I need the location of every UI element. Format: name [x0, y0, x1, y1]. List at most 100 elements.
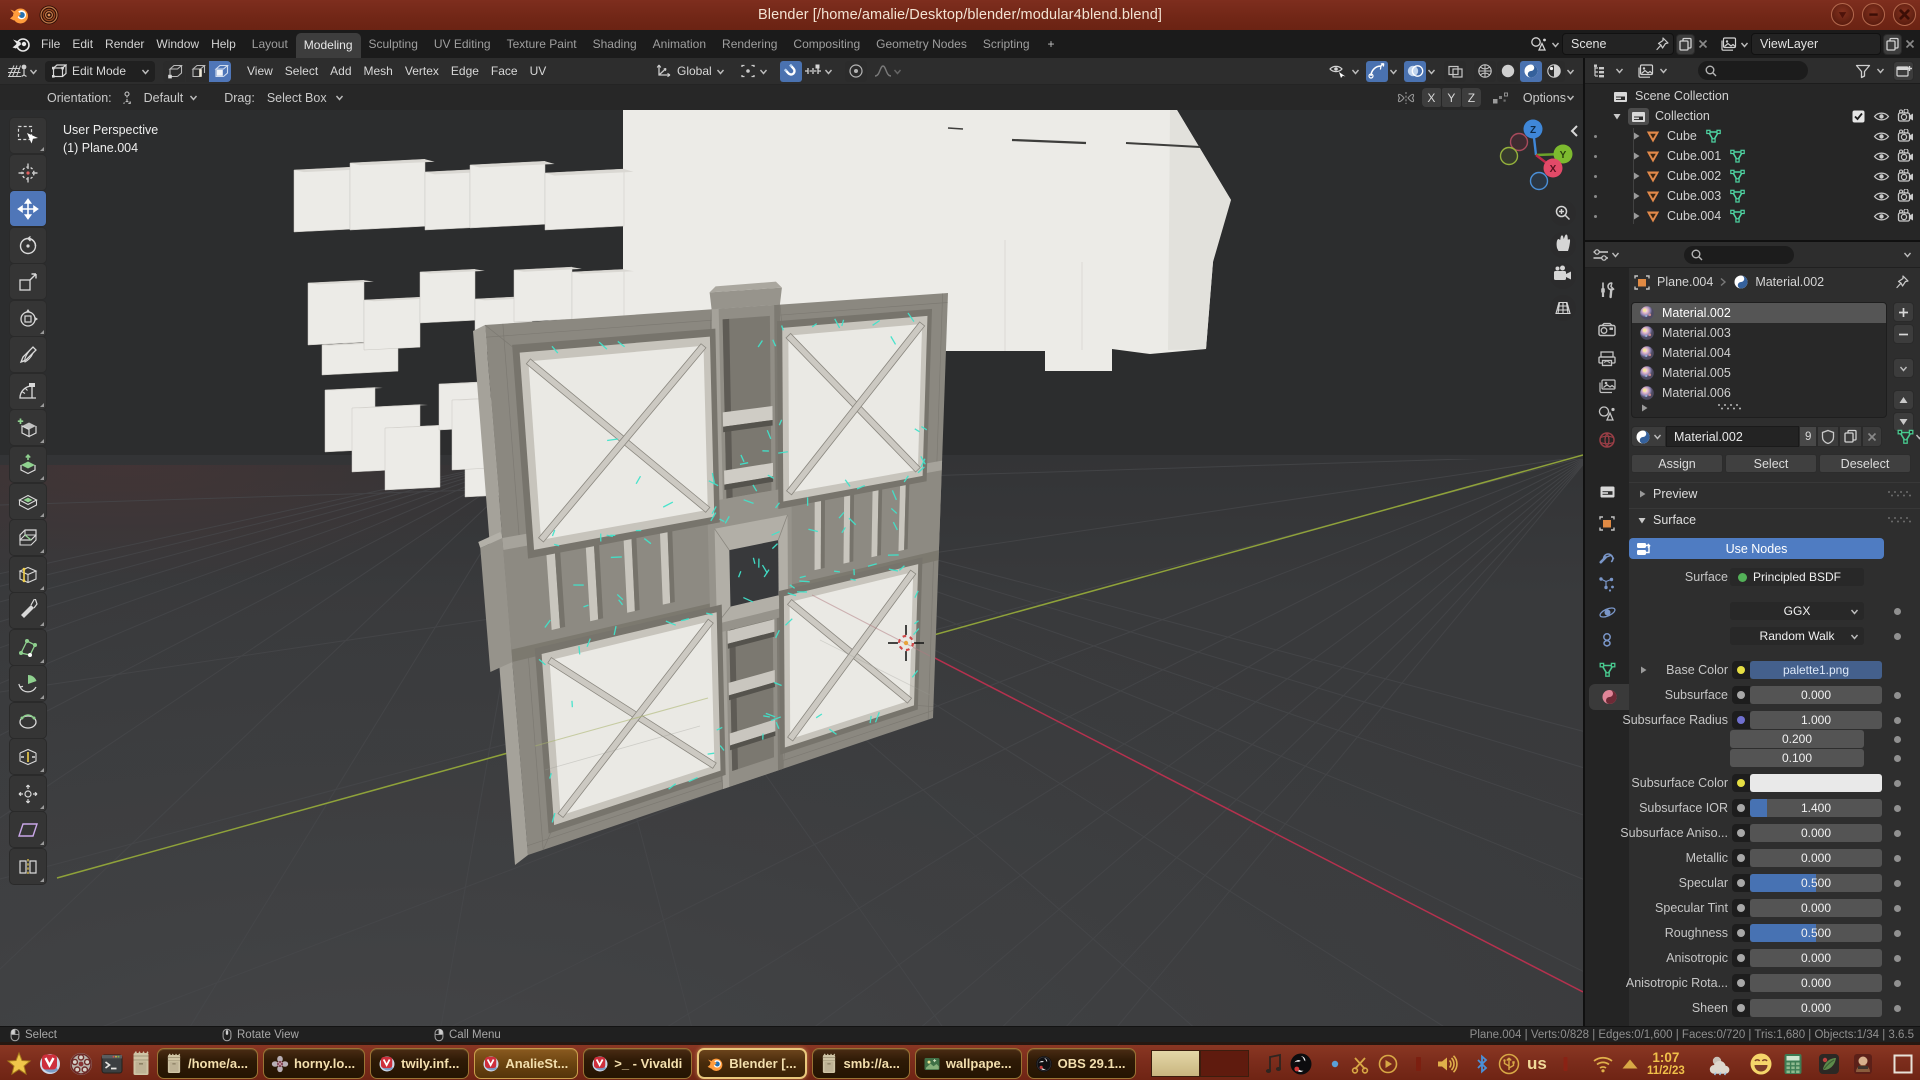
decorator-dot[interactable] [1894, 980, 1901, 987]
show-overlays-icon[interactable] [1404, 61, 1426, 82]
material-browse-button[interactable] [1631, 426, 1666, 447]
properties-tab-collection[interactable] [1585, 479, 1629, 505]
socket-gray-dot[interactable] [1732, 924, 1750, 942]
unlink-material-button[interactable] [1862, 426, 1882, 447]
visibility-chevron-icon[interactable] [1351, 61, 1360, 82]
collection-expand-icon[interactable] [1612, 111, 1622, 121]
tray-indicator-icon[interactable] [1415, 1054, 1423, 1074]
toggle-xray-icon[interactable] [1444, 61, 1466, 82]
properties-tab-view-layer[interactable] [1585, 373, 1629, 399]
window-menu-swirl-icon[interactable] [38, 4, 60, 26]
falloff-chevron-icon[interactable] [893, 61, 902, 82]
material-name-field[interactable]: Material.002 [1666, 426, 1799, 447]
face-select-button[interactable] [209, 61, 231, 82]
decorator-dot[interactable] [1894, 805, 1901, 812]
properties-editor-icon[interactable] [1591, 248, 1611, 262]
collection-checkbox-icon[interactable] [1851, 109, 1866, 124]
socket-gray-dot[interactable] [1732, 849, 1750, 867]
keyboard-layout-indicator[interactable]: us [1527, 1054, 1547, 1074]
tool-add-cube-button[interactable] [10, 410, 46, 445]
outliner-row-collection[interactable]: Collection [1585, 106, 1920, 126]
outliner-row-cube.004[interactable]: Cube.004 [1585, 206, 1920, 226]
menu-render[interactable]: Render [99, 30, 150, 58]
object-hide-icon[interactable] [1873, 130, 1890, 143]
drag-value[interactable]: Select Box [255, 91, 335, 105]
workspace-tab-modeling[interactable]: Modeling [296, 33, 361, 58]
socket-purple-dot[interactable] [1732, 711, 1750, 729]
viewport-menu-select[interactable]: Select [279, 64, 324, 78]
scene-copy-button[interactable] [1676, 34, 1695, 55]
transform-orientation-value[interactable]: Global [673, 64, 716, 78]
prop-field-slider[interactable]: 0.100 [1730, 749, 1864, 767]
tray-volume-icon[interactable] [1436, 1054, 1460, 1074]
viewlayer-copy-button[interactable] [1883, 34, 1902, 55]
object-render-icon[interactable] [1897, 209, 1914, 223]
workspace-tab-scripting[interactable]: Scripting [975, 31, 1038, 57]
taskbar-clock[interactable]: 1:0711/2/23 [1647, 1051, 1685, 1077]
viewport-menu-face[interactable]: Face [485, 64, 524, 78]
material-users-button[interactable]: 9 [1799, 426, 1817, 447]
decorator-dot[interactable] [1894, 755, 1901, 762]
object-hide-icon[interactable] [1873, 150, 1890, 163]
prop-field-slider[interactable]: 1.400 [1750, 799, 1882, 817]
zoom-button[interactable] [1550, 200, 1576, 226]
tray-music-player-icon[interactable] [1264, 1052, 1284, 1076]
add-workspace-button[interactable]: + [1038, 37, 1065, 51]
decorator-dot[interactable] [1894, 717, 1901, 724]
slot-list-expand-icon[interactable] [1639, 403, 1649, 413]
prop-field-slider[interactable]: 1.000 [1750, 711, 1882, 729]
prop-field-slider[interactable]: 0.000 [1750, 824, 1882, 842]
preview-panel-header[interactable]: Preview [1629, 482, 1920, 504]
deselect-button[interactable]: Deselect [1819, 454, 1911, 473]
decorator-dot[interactable] [1894, 880, 1901, 887]
socket-gray-dot[interactable] [1732, 874, 1750, 892]
outliner-filter-type-icon[interactable] [1636, 63, 1655, 79]
decorator-dot[interactable] [1894, 736, 1901, 743]
properties-tab-physics[interactable] [1585, 599, 1629, 625]
decorator-dot[interactable] [1894, 930, 1901, 937]
material-slot-material.006[interactable]: Material.006 [1632, 383, 1886, 403]
scene-unlink-icon[interactable] [1697, 38, 1709, 50]
collection-label[interactable]: Collection [1655, 109, 1710, 123]
properties-tab-output[interactable] [1585, 345, 1629, 371]
properties-tab-object[interactable] [1585, 510, 1629, 536]
properties-tab-world[interactable] [1585, 427, 1629, 453]
menu-edit[interactable]: Edit [66, 30, 99, 58]
outliner-search-input[interactable] [1698, 61, 1808, 80]
workspace-tab-layout[interactable]: Layout [244, 31, 296, 57]
tray-tray-expander-icon[interactable] [1621, 1057, 1639, 1071]
menu-file[interactable]: File [35, 30, 66, 58]
workspace-tab-geometry-nodes[interactable]: Geometry Nodes [868, 31, 975, 57]
decorator-dot[interactable] [1894, 608, 1901, 615]
prop-field-slider[interactable]: 0.000 [1750, 849, 1882, 867]
decorator-dot[interactable] [1894, 780, 1901, 787]
object-name[interactable]: Cube.004 [1667, 209, 1721, 223]
prop-field-slider[interactable]: 0.000 [1750, 686, 1882, 704]
add-slot-button[interactable] [1893, 302, 1914, 322]
tray-usb-device-icon[interactable] [1498, 1053, 1520, 1075]
select-button[interactable]: Select [1725, 454, 1817, 473]
tray-leafy-icon[interactable] [1817, 1052, 1841, 1076]
viewport-menu-view[interactable]: View [241, 64, 279, 78]
scene-icon[interactable] [1529, 36, 1549, 52]
remove-slot-button[interactable] [1893, 324, 1914, 344]
tray-ruby-icon[interactable] [1852, 1052, 1874, 1076]
object-render-icon[interactable] [1897, 169, 1914, 183]
surface-panel-header[interactable]: Surface [1629, 508, 1920, 530]
tool-polybuild-button[interactable] [10, 630, 46, 665]
mode-selector[interactable]: Edit Mode [45, 61, 155, 82]
viewport-menu-vertex[interactable]: Vertex [399, 64, 445, 78]
tool-move-button[interactable] [10, 191, 46, 226]
options-chevron-icon[interactable] [1566, 87, 1575, 108]
tray-bluetooth-icon[interactable] [1475, 1054, 1489, 1074]
new-collection-button[interactable] [1893, 61, 1914, 81]
surface-grip-icon[interactable] [1886, 516, 1912, 526]
outliner-row-cube.003[interactable]: Cube.003 [1585, 186, 1920, 206]
tool-knife-button[interactable] [10, 593, 46, 628]
edge-select-button[interactable] [186, 61, 208, 82]
editor-type-button[interactable] [6, 61, 39, 82]
sidebar-collapse-arrow[interactable] [1569, 124, 1579, 138]
menu-help[interactable]: Help [205, 30, 242, 58]
properties-editor-chevron-icon[interactable] [1611, 244, 1620, 265]
assign-button[interactable]: Assign [1631, 454, 1723, 473]
